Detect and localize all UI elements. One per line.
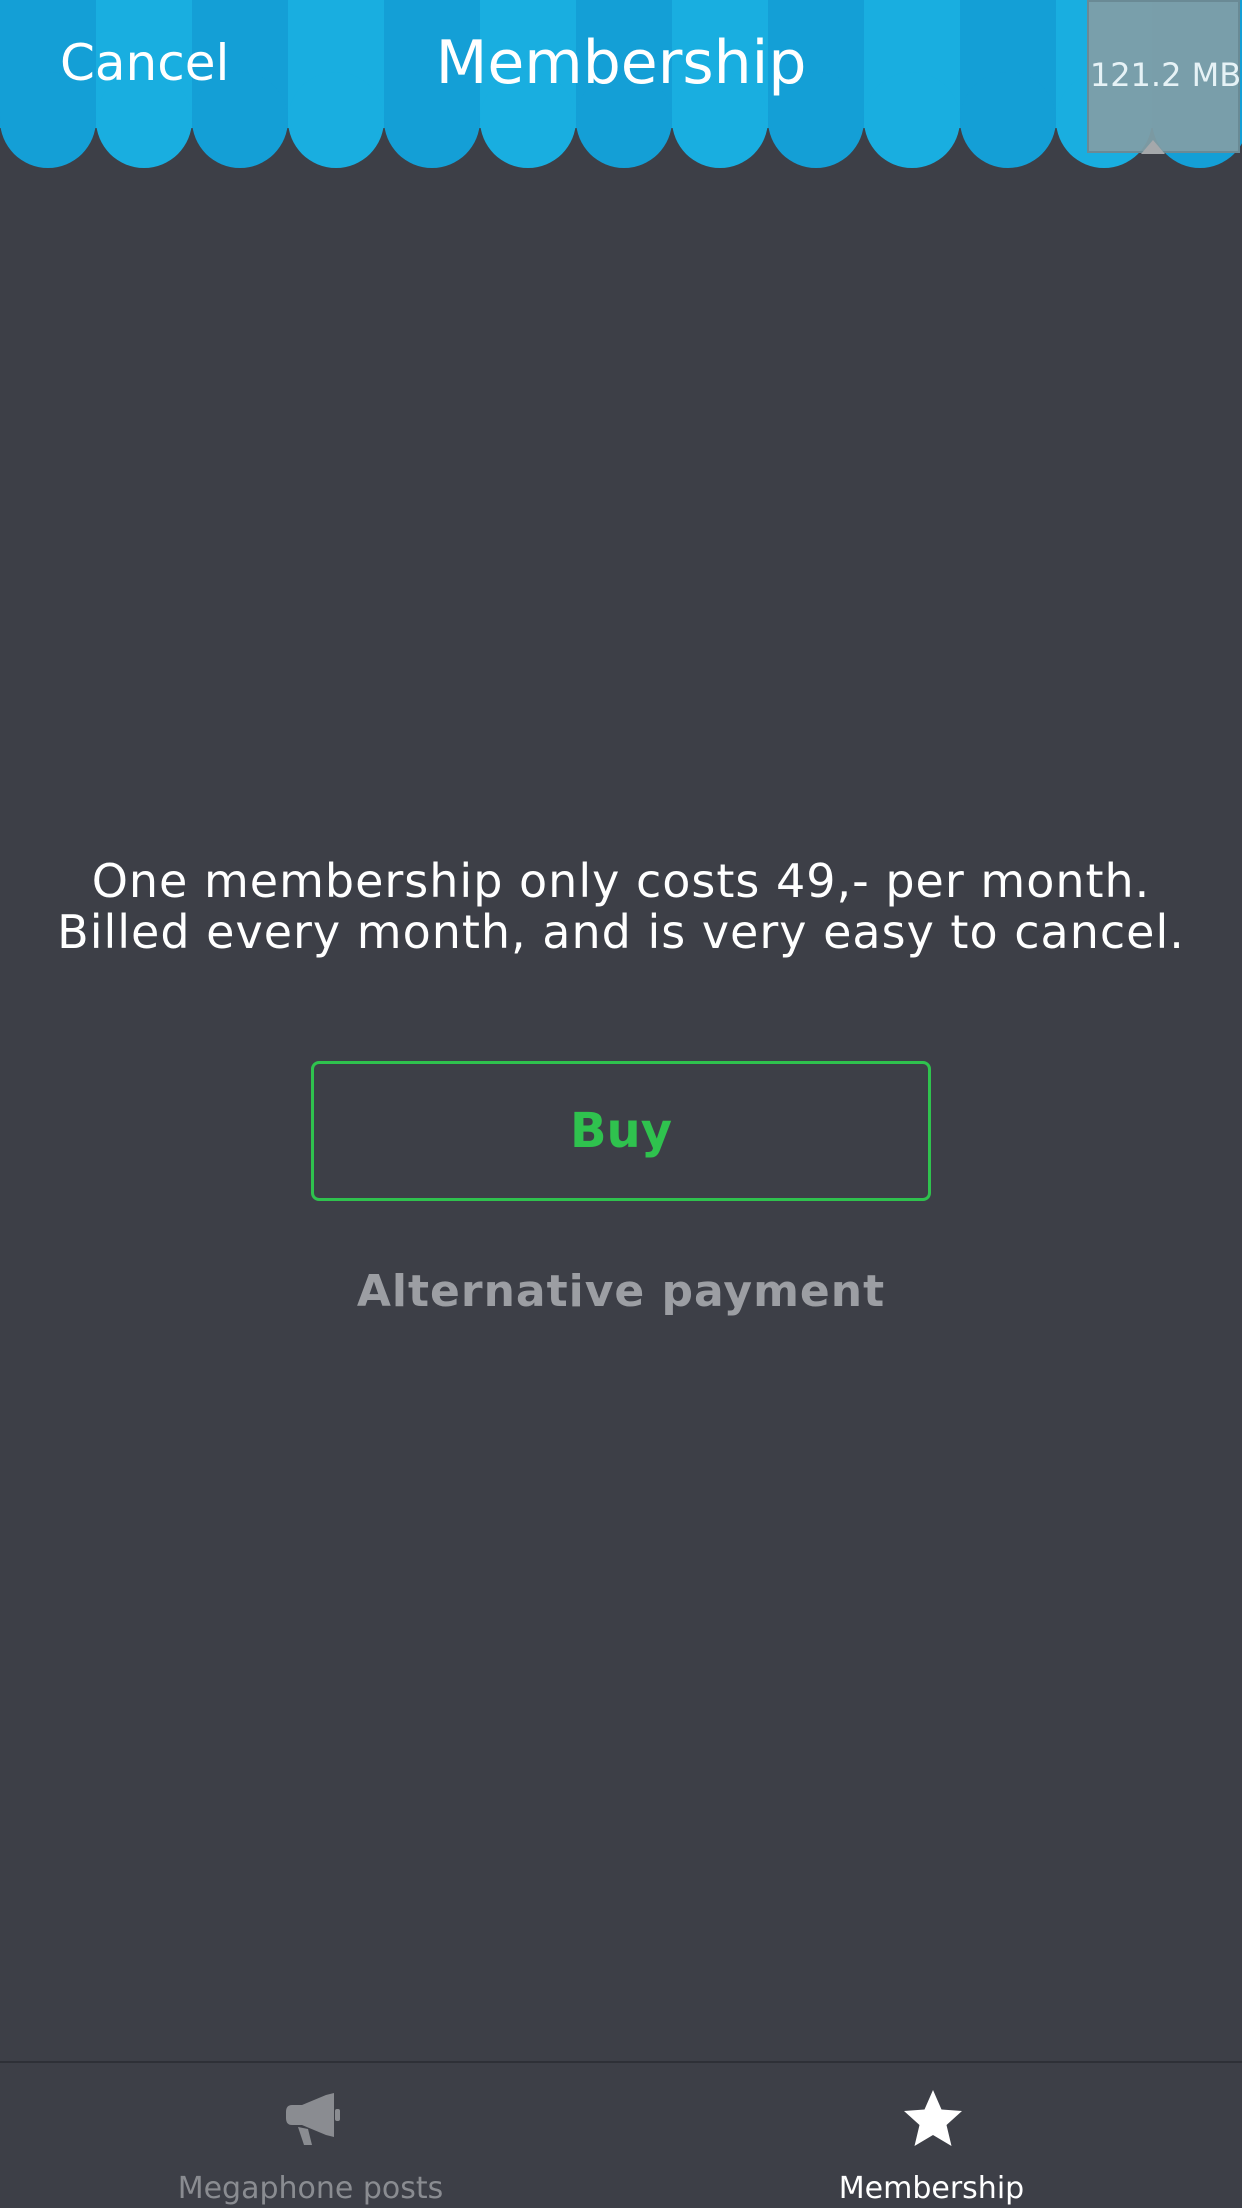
awning-scallop — [576, 72, 672, 168]
awning-scallop — [960, 72, 1056, 168]
awning-scallop — [288, 72, 384, 168]
memory-usage-badge: 121.2 MB — [1087, 0, 1242, 153]
tab-membership[interactable]: Membership — [621, 2063, 1242, 2208]
tab-megaphone-posts[interactable]: Megaphone posts — [0, 2063, 621, 2208]
megaphone-icon — [286, 2093, 340, 2145]
awning-scallop — [480, 72, 576, 168]
tab-megaphone-posts-label: Megaphone posts — [177, 2171, 444, 2206]
buy-button[interactable]: Buy — [311, 1061, 931, 1201]
memory-usage-text: 121.2 MB — [1089, 56, 1242, 94]
tab-bar: Megaphone posts Membership — [0, 2061, 1242, 2208]
star-icon — [904, 2090, 962, 2146]
membership-description: One membership only costs 49,- per month… — [57, 854, 1185, 959]
memory-badge-pointer — [1141, 140, 1165, 154]
membership-screen: Cancel Membership 121.2 MB One membershi… — [0, 0, 1242, 2208]
header-awning: Cancel Membership 121.2 MB — [0, 0, 1242, 170]
awning-scallop — [768, 72, 864, 168]
cancel-button[interactable]: Cancel — [60, 28, 229, 98]
awning-scallop — [384, 72, 480, 168]
alternative-payment-link[interactable]: Alternative payment — [0, 1262, 1242, 1322]
awning-scallop — [864, 72, 960, 168]
tab-membership-label: Membership — [838, 2171, 1025, 2206]
awning-scallop — [672, 72, 768, 168]
